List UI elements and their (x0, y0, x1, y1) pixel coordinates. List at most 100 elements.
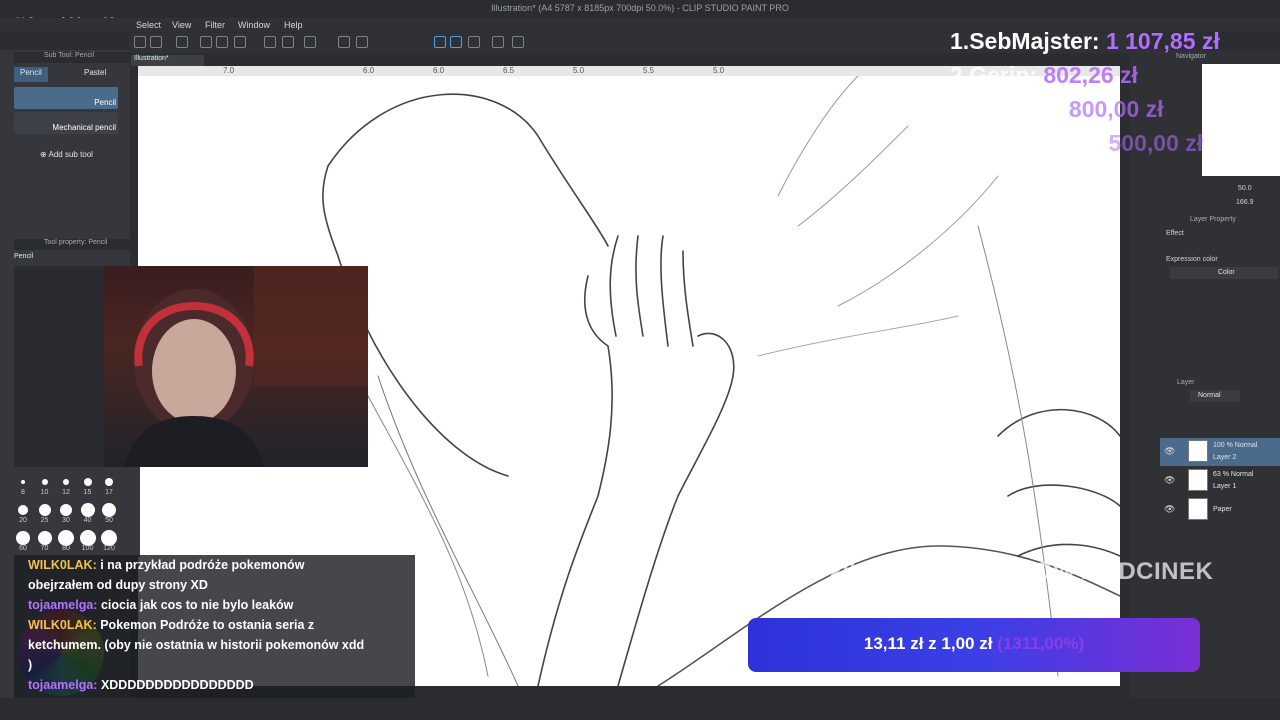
brush-size-option[interactable] (60, 504, 72, 516)
eye-icon[interactable]: 👁 (1164, 504, 1175, 515)
leaderboard-entry: 1.SebMajster: 1 107,85 zł (950, 28, 1220, 55)
grid-icon[interactable] (492, 36, 504, 48)
chat-text: XDDDDDDDDDDDDDDDD (97, 678, 254, 692)
navigator-preview[interactable] (1202, 64, 1280, 176)
brush-size-option[interactable] (79, 530, 96, 546)
layer-row[interactable]: 👁 Paper (1160, 496, 1280, 524)
brush-size-label: 120 (103, 545, 115, 552)
chat-text: Pokemon Podróże to ostania seria z (96, 618, 315, 632)
document-tab[interactable]: Illustration* (131, 55, 204, 66)
chat-user: WILK0LAK: (28, 618, 97, 632)
chat-user: tojaamelga: (28, 598, 98, 612)
brush-size-option[interactable] (38, 504, 51, 516)
brush-size-option[interactable] (18, 505, 28, 515)
leaderboard-rank: 1. (950, 28, 970, 54)
menu-help[interactable]: Help (284, 20, 303, 30)
layer-name: Layer 1 (1213, 483, 1237, 490)
layer-row[interactable]: 👁 63 % Normal Layer 1 (1160, 467, 1280, 495)
redo-icon[interactable] (282, 36, 294, 48)
webcam-feed (14, 266, 368, 467)
tab-pastel[interactable]: Pastel (78, 67, 112, 82)
brush-mechanical-pencil[interactable]: Mechanical pencil (14, 112, 118, 134)
leaderboard-amount: 800,00 zł (1068, 96, 1164, 122)
tool-property-tab[interactable]: Pencil (14, 253, 33, 260)
ruler-snap-icon[interactable] (450, 36, 462, 48)
expression-color-select[interactable]: Color (1170, 267, 1278, 279)
layer-thumbnail (1188, 469, 1208, 491)
brush-size-option[interactable] (58, 530, 74, 546)
brush-size-option[interactable] (105, 478, 113, 486)
brush-size-label: 12 (62, 489, 70, 496)
brush-size-option[interactable] (63, 479, 69, 485)
effect-label: Effect (1166, 230, 1184, 237)
goal-progress-label: 13,11 zł z 1,00 zł (1311,00%) (748, 634, 1200, 654)
chat-message: ) (28, 658, 32, 672)
brush-pencil[interactable]: Pencil (14, 87, 118, 109)
add-sub-tool-button[interactable]: ⊕ Add sub tool (40, 150, 93, 159)
brush-size-option[interactable] (83, 478, 92, 486)
brush-size-label: 20 (19, 517, 27, 524)
brush-size-label: 50 (105, 517, 113, 524)
chat-message: WILK0LAK: i na przykład podróże pokemonó… (28, 558, 304, 572)
brush-size-label: 15 (83, 489, 92, 496)
brush-size-option[interactable] (101, 530, 117, 546)
zoom-value[interactable]: 50.0 (1238, 185, 1252, 192)
add-sub-tool-label: Add sub tool (48, 150, 93, 159)
layer-property-label: Layer Property (1190, 216, 1236, 223)
chat-text: i na przykład podróże pokemonów (96, 558, 305, 572)
brush-pencil-label: Pencil (94, 98, 116, 107)
menu-icon[interactable] (134, 36, 146, 48)
paste-icon[interactable] (216, 36, 228, 48)
transform-icon[interactable] (338, 36, 350, 48)
undo-icon[interactable] (264, 36, 276, 48)
brush-size-label: 25 (40, 517, 49, 524)
menu-select[interactable]: Select (136, 20, 161, 30)
leaderboard-rank: 3. (950, 96, 970, 122)
status-bar (0, 698, 1280, 720)
tool-property-label: Tool property: Pencil (44, 239, 108, 246)
chat-message: obejrzałem od dupy strony XD (28, 578, 208, 592)
snap-icon[interactable] (434, 36, 446, 48)
blend-mode-select[interactable]: Normal (1190, 390, 1240, 402)
settings-icon[interactable] (512, 36, 524, 48)
layer-thumbnail (1188, 498, 1208, 520)
chat-user: tojaamelga: (28, 678, 98, 692)
pen-icon[interactable] (468, 36, 480, 48)
camera-icon[interactable] (176, 36, 188, 48)
eye-icon[interactable]: 👁 (1164, 446, 1175, 457)
ruler-mark: 5.5 (643, 66, 655, 75)
layer-row[interactable]: 👁 100 % Normal Layer 2 (1160, 438, 1280, 466)
brush-size-label: 80 (62, 545, 70, 552)
leaderboard-entry: 3.meti314: 800,00 zł (950, 96, 1164, 123)
brush-size-option[interactable] (80, 503, 95, 517)
menu-window[interactable]: Window (238, 20, 270, 30)
goal-progress-text: 13,11 zł z 1,00 zł (863, 634, 993, 653)
layer-opacity: 100 % Normal (1213, 442, 1258, 449)
eye-icon[interactable]: 👁 (1164, 475, 1175, 486)
brush-size-label: 10 (40, 489, 49, 496)
edit-icon[interactable] (150, 36, 162, 48)
angle-value[interactable]: 166.9 (1236, 199, 1254, 206)
leaderboard-name: Gerip: (969, 62, 1037, 88)
brush-size-label: 40 (83, 517, 92, 524)
brush-size-option[interactable] (41, 479, 48, 485)
chat-text: obejrzałem od dupy strony XD (28, 578, 208, 592)
brush-size-option[interactable] (102, 503, 116, 517)
fill-icon[interactable] (234, 36, 246, 48)
menu-view[interactable]: View (172, 20, 191, 30)
brush-size-option[interactable] (37, 531, 52, 545)
brush-size-label: 70 (40, 545, 49, 552)
ruler-mark: 7.0 (223, 66, 235, 75)
brush-size-label: 30 (62, 517, 70, 524)
brush-size-option[interactable] (16, 531, 30, 545)
menu-filter[interactable]: Filter (205, 20, 225, 30)
tool-property-header: Tool property: Pencil (14, 239, 130, 250)
copy-icon[interactable] (200, 36, 212, 48)
ruler-mark: 6.5 (503, 66, 515, 75)
crop-icon[interactable] (356, 36, 368, 48)
tab-pencil[interactable]: Pencil (14, 67, 48, 82)
ruler-mark: 5.0 (573, 66, 585, 75)
leaderboard-rank: 4. (950, 130, 970, 156)
spinner-icon[interactable] (304, 36, 316, 48)
brush-size-option[interactable] (21, 480, 25, 484)
